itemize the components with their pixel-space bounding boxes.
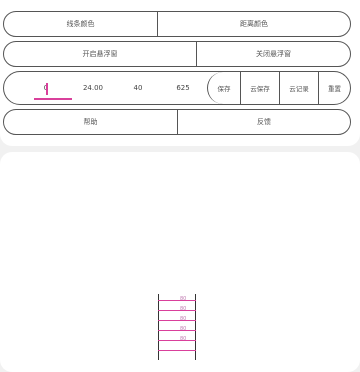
ruler-line: [158, 310, 196, 311]
value-text: 24.00: [82, 84, 104, 92]
color-options-row: 线条颜色 距离颜色: [3, 11, 351, 37]
help-feedback-row: 帮助 反馈: [3, 109, 351, 135]
action-group: 保存 云保存 云记录 重置: [207, 72, 350, 104]
save-label: 保存: [217, 85, 231, 93]
active-field-underline: [34, 98, 72, 100]
value-text: 40: [133, 84, 143, 92]
ruler-line: [158, 350, 196, 351]
ruler-line: [158, 330, 196, 331]
save-button[interactable]: 保存: [208, 72, 240, 104]
cloud-record-label: 云记录: [289, 85, 309, 93]
text-cursor: [46, 83, 48, 95]
close-float-window-label: 关闭悬浮窗: [256, 50, 291, 58]
reset-button[interactable]: 重置: [319, 72, 350, 104]
line-color-label: 线条颜色: [66, 20, 95, 28]
value-field-2[interactable]: 40: [126, 72, 150, 104]
reset-label: 重置: [328, 85, 341, 93]
cloud-save-label: 云保存: [250, 85, 270, 93]
help-label: 帮助: [83, 118, 98, 126]
cloud-save-button[interactable]: 云保存: [241, 72, 279, 104]
ruler-line: [158, 300, 196, 301]
ruler-line: [158, 340, 196, 341]
ruler-label: 80: [180, 306, 187, 312]
help-button[interactable]: 帮助: [4, 110, 177, 134]
line-color-button[interactable]: 线条颜色: [4, 12, 157, 36]
settings-row: 0 24.00 40 625 保存 云保存 云记录 重置: [3, 71, 351, 105]
distance-color-button[interactable]: 距离颜色: [158, 12, 350, 36]
ruler-overlay[interactable]: 80 80 80 80 80: [158, 294, 196, 360]
feedback-label: 反馈: [257, 118, 271, 126]
ruler-label: 80: [180, 316, 187, 322]
open-float-window-label: 开启悬浮窗: [82, 50, 118, 58]
ruler-label: 80: [180, 296, 187, 302]
ruler-label: 80: [180, 326, 187, 332]
value-field-1[interactable]: 24.00: [76, 72, 110, 104]
float-window-row: 开启悬浮窗 关闭悬浮窗: [3, 41, 351, 67]
value-text: 625: [176, 84, 190, 92]
ruler-label: 80: [180, 336, 187, 342]
cloud-record-button[interactable]: 云记录: [280, 72, 318, 104]
distance-color-label: 距离颜色: [240, 20, 268, 28]
close-float-window-button[interactable]: 关闭悬浮窗: [197, 42, 350, 66]
value-field-3[interactable]: 625: [170, 72, 196, 104]
ruler-line: [158, 320, 196, 321]
open-float-window-button[interactable]: 开启悬浮窗: [4, 42, 196, 66]
feedback-button[interactable]: 反馈: [178, 110, 350, 134]
